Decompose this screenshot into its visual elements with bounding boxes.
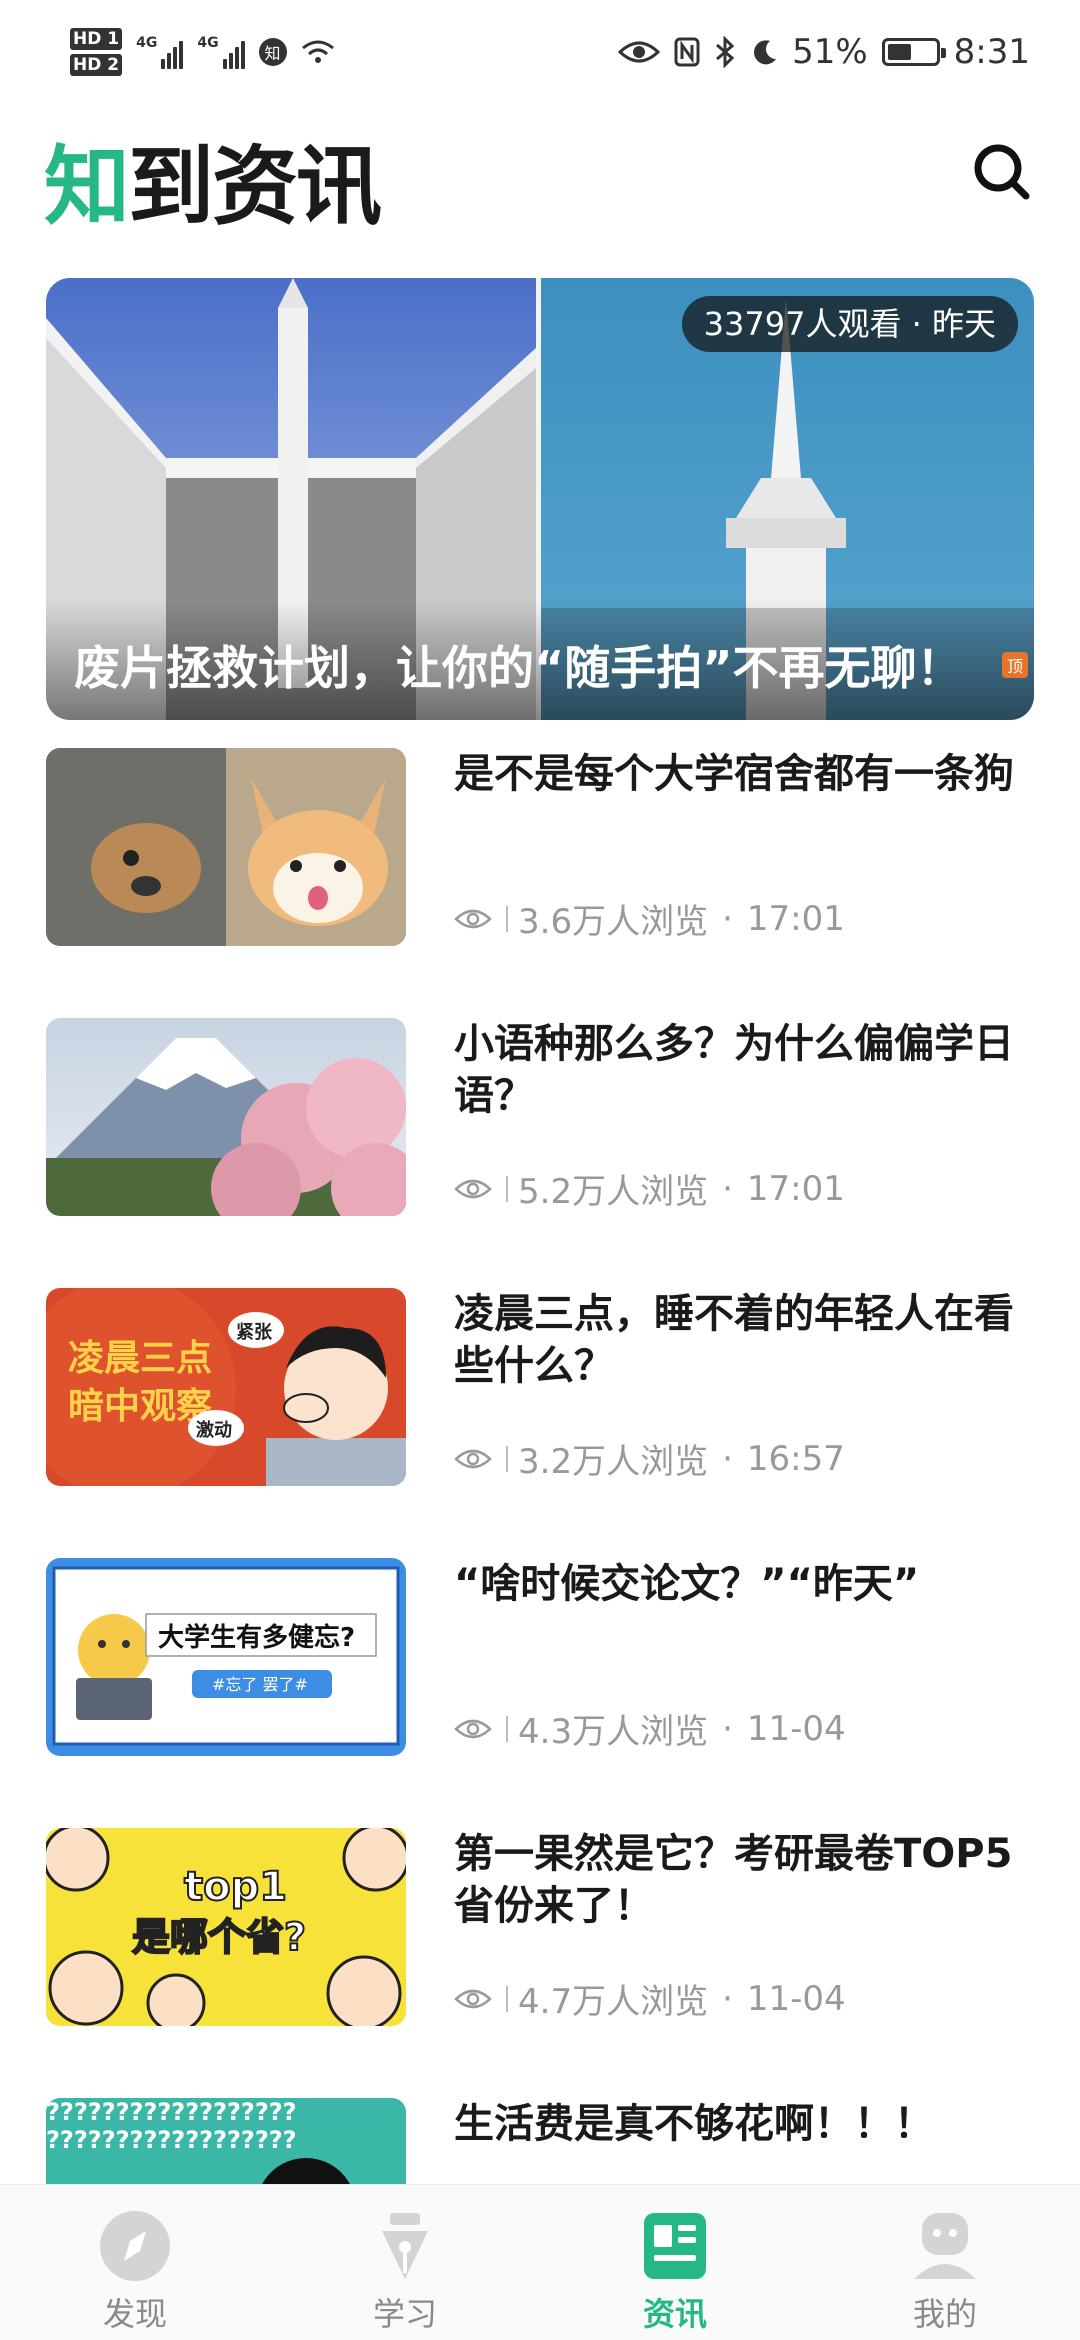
hd2-badge: HD 2 [70, 54, 123, 76]
publish-time: 11-04 [746, 1978, 846, 2019]
thumb-tag-1: 紧张 [236, 1322, 273, 1343]
thumb-text-question: ?????????????????? [46, 2098, 297, 2126]
meta-divider [506, 1985, 508, 2012]
nav-label-discover: 发现 [102, 2295, 167, 2333]
news-title: 第一果然是它？考研最卷TOP5省份来了！ [454, 1831, 1013, 1929]
news-item[interactable]: ?????????????????? ?????????????????? 生活… [46, 2098, 1036, 2184]
news-meta: 4.3万人浏览 · 11-04 [454, 1704, 846, 1753]
news-meta: 3.2万人浏览 · 16:57 [454, 1434, 845, 1483]
news-item[interactable]: top1 是哪个省? 第一果然是它？考研最卷TOP5省份来了！ 4.7万人浏览 … [46, 1828, 1036, 2028]
news-thumbnail: ?????????????????? ?????????????????? [46, 2098, 406, 2184]
network-type-1: 4G [136, 35, 158, 51]
publish-time: 17:01 [746, 1168, 845, 1209]
nav-news[interactable]: 资讯 [540, 2185, 810, 2340]
nav-study[interactable]: 学习 [270, 2185, 540, 2340]
status-right: 51% 8:31 [618, 32, 1030, 72]
meta-dot: · [722, 1978, 733, 2019]
meta-dot: · [722, 898, 733, 939]
view-count: 4.7万人浏览 [518, 1982, 709, 2022]
thumb-text-line1: 凌晨三点 [68, 1338, 212, 1379]
wifi-icon [301, 40, 334, 63]
thumb-tag-2: 激动 [196, 1419, 232, 1441]
publish-time: 16:57 [746, 1438, 845, 1479]
logo-part-2: 到资讯 [128, 137, 382, 237]
eye-icon [454, 1179, 492, 1198]
news-icon [644, 2213, 706, 2279]
eye-icon [454, 1719, 492, 1738]
news-meta: 4.7万人浏览 · 11-04 [454, 1974, 846, 2023]
meta-divider [506, 1715, 508, 1742]
pen-nib-icon [382, 2213, 428, 2279]
meta-dot: · [722, 1708, 733, 1749]
signal-icon-2: 4G [197, 35, 245, 69]
app-header: 知到资讯 [0, 110, 1080, 260]
logo-part-1: 知 [44, 137, 130, 237]
moon-icon [754, 40, 777, 65]
news-title: 是不是每个大学宿舍都有一条狗 [454, 751, 1014, 797]
zhihu-notification-icon: 知 [258, 38, 287, 66]
publish-time: 11-04 [746, 1708, 846, 1749]
publish-time: 17:01 [746, 898, 845, 939]
app-logo: 知到资讯 [44, 116, 382, 241]
meta-divider [506, 1445, 508, 1472]
meta-divider [506, 1175, 508, 1202]
profile-icon [914, 2213, 976, 2279]
nav-label-news: 资讯 [642, 2295, 707, 2333]
thumb-text-line1: top1 [184, 1864, 287, 1910]
pinned-badge: 顶 [1002, 652, 1028, 678]
news-thumbnail: 凌晨三点 暗中观察 紧张 激动 [46, 1288, 406, 1486]
news-item[interactable]: 凌晨三点 暗中观察 紧张 激动 凌晨三点，睡不着的年轻人在看些什么？ 3.2万人… [46, 1288, 1036, 1488]
news-title: 生活费是真不够花啊！！！ [454, 2101, 934, 2147]
thumb-text-title: 大学生有多健忘? [158, 1622, 355, 1653]
news-title: “啥时候交论文？”“昨天” [454, 1561, 920, 1607]
battery-fill [887, 44, 911, 60]
meta-dot: · [722, 1168, 733, 1209]
news-item[interactable]: 是不是每个大学宿舍都有一条狗 3.6万人浏览 · 17:01 [46, 748, 1036, 948]
nav-profile[interactable]: 我的 [810, 2185, 1080, 2340]
hd-indicators: HD 1 HD 2 [70, 28, 123, 76]
featured-banner[interactable]: 33797人观看 · 昨天 废片拯救计划，让你的“随手拍”不再无聊！ 顶 [46, 278, 1034, 720]
eye-comfort-icon [618, 41, 661, 63]
eye-icon [454, 1449, 492, 1468]
news-title: 小语种那么多？为什么偏偏学日语？ [454, 1021, 1014, 1119]
thumb-text-tag: #忘了 罢了# [212, 1675, 308, 1694]
news-title: 凌晨三点，睡不着的年轻人在看些什么？ [454, 1291, 1014, 1389]
status-bar: HD 1 HD 2 4G 4G 知 51% 8:31 [0, 0, 1080, 110]
news-meta: 5.2万人浏览 · 17:01 [454, 1164, 845, 1213]
eye-icon [454, 1989, 492, 2008]
meta-divider [506, 905, 508, 932]
thumb-text-line2: 是哪个省? [132, 1915, 306, 1959]
view-count: 3.6万人浏览 [518, 902, 709, 942]
status-left: HD 1 HD 2 4G 4G 知 [70, 28, 335, 76]
nav-discover[interactable]: 发现 [0, 2185, 270, 2340]
bluetooth-icon [716, 36, 735, 68]
battery-icon [881, 38, 946, 66]
thumb-text-question-2: ?????????????????? [46, 2126, 297, 2154]
news-thumbnail: top1 是哪个省? [46, 1828, 406, 2026]
view-count: 4.3万人浏览 [518, 1712, 709, 1752]
view-count-pill: 33797人观看 · 昨天 [681, 296, 1018, 352]
view-count: 5.2万人浏览 [518, 1172, 709, 1212]
eye-icon [454, 909, 492, 928]
news-thumbnail: 大学生有多健忘? #忘了 罢了# [46, 1558, 406, 1756]
search-icon[interactable] [970, 140, 1034, 204]
news-thumbnail [46, 1018, 406, 1216]
news-item[interactable]: 小语种那么多？为什么偏偏学日语？ 5.2万人浏览 · 17:01 [46, 1018, 1036, 1218]
network-type-2: 4G [197, 35, 219, 51]
view-count: 3.2万人浏览 [518, 1442, 709, 1482]
news-item[interactable]: 大学生有多健忘? #忘了 罢了# “啥时候交论文？”“昨天” 4.3万人浏览 ·… [46, 1558, 1036, 1758]
nav-label-study: 学习 [372, 2295, 437, 2333]
signal-icon-1: 4G [136, 35, 184, 69]
clock: 8:31 [953, 32, 1030, 72]
nfc-icon [674, 37, 700, 67]
compass-icon [100, 2211, 170, 2281]
nav-label-profile: 我的 [912, 2295, 977, 2333]
bottom-nav: 发现 学习 资讯 我的 [0, 2184, 1080, 2340]
hd1-badge: HD 1 [70, 28, 123, 50]
news-thumbnail [46, 748, 406, 946]
meta-dot: · [722, 1438, 733, 1479]
banner-title: 废片拯救计划，让你的“随手拍”不再无聊！ [74, 641, 963, 695]
battery-percent: 51% [792, 32, 868, 72]
news-meta: 3.6万人浏览 · 17:01 [454, 894, 845, 943]
